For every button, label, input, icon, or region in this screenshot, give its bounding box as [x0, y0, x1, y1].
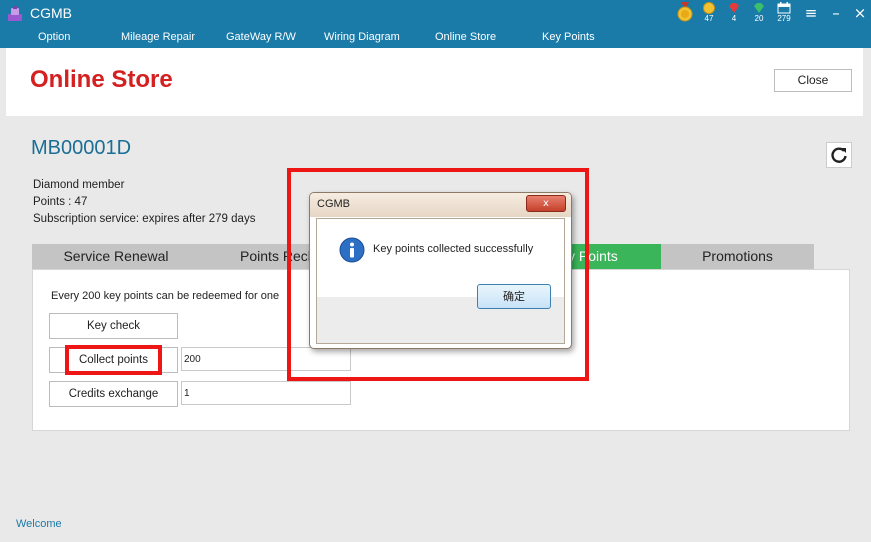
calendar-stat: 279 — [773, 2, 795, 26]
account-id: MB00001D — [31, 137, 132, 159]
key-check-button[interactable]: Key check — [49, 313, 178, 339]
dialog-body: Key points collected successfully — [316, 218, 565, 344]
gold-coin-icon — [703, 2, 715, 14]
page-title: Online Store — [30, 66, 173, 93]
menu-mileage-repair[interactable]: Mileage Repair — [121, 31, 195, 43]
days-count: 279 — [777, 14, 791, 23]
window-close-button[interactable]: × — [851, 4, 869, 22]
menu-icon[interactable]: ≡ — [802, 4, 820, 22]
credits-exchange-input[interactable]: 1 — [181, 381, 351, 405]
dialog-title: CGMB — [317, 198, 350, 210]
menu-option[interactable]: Option — [38, 31, 70, 43]
gold-medal-icon — [677, 2, 693, 22]
medal-stat — [674, 2, 696, 26]
tab-promotions[interactable]: Promotions — [661, 244, 814, 269]
green-gem-stat: 20 — [748, 2, 770, 26]
page-header: Online Store Close — [6, 48, 863, 116]
calendar-icon — [777, 2, 791, 14]
coin-stat: 47 — [698, 2, 720, 26]
collect-points-highlight — [65, 345, 162, 375]
refresh-icon — [831, 147, 847, 163]
info-icon — [339, 237, 365, 263]
red-gem-stat: 4 — [723, 2, 745, 26]
app-logo-icon — [8, 6, 22, 21]
menu-bar: Option Mileage Repair GateWay R/W Wiring… — [0, 28, 871, 48]
ok-button[interactable]: 确定 — [477, 284, 551, 309]
minimize-button[interactable]: – — [827, 4, 845, 22]
menu-online-store[interactable]: Online Store — [435, 31, 496, 43]
menu-key-points[interactable]: Key Points — [542, 31, 595, 43]
credits-exchange-button[interactable]: Credits exchange — [49, 381, 178, 407]
menu-wiring-diagram[interactable]: Wiring Diagram — [324, 31, 400, 43]
red-gem-icon — [729, 3, 739, 13]
dialog-titlebar: CGMB x — [310, 193, 571, 217]
membership-level: Diamond member — [33, 179, 125, 191]
points-balance: Points : 47 — [33, 196, 88, 208]
red-gem-count: 4 — [731, 14, 737, 23]
status-text: Welcome — [16, 518, 62, 530]
dialog-close-button[interactable]: x — [526, 195, 566, 212]
green-gem-icon — [754, 3, 764, 13]
refresh-button[interactable] — [826, 142, 852, 168]
tab-service-renewal[interactable]: Service Renewal — [32, 244, 200, 269]
coin-count: 47 — [704, 14, 714, 23]
green-gem-count: 20 — [754, 14, 764, 23]
close-button[interactable]: Close — [774, 69, 852, 92]
app-title: CGMB — [30, 5, 72, 21]
subscription-status: Subscription service: expires after 279 … — [33, 213, 256, 225]
menu-gateway-rw[interactable]: GateWay R/W — [226, 31, 296, 43]
redeem-description: Every 200 key points can be redeemed for… — [51, 290, 280, 302]
message-dialog: CGMB x Key points collected successfully… — [309, 192, 572, 349]
title-bar: CGMB 47 4 20 279 ≡ – × — [0, 0, 871, 28]
dialog-message: Key points collected successfully — [373, 243, 534, 255]
